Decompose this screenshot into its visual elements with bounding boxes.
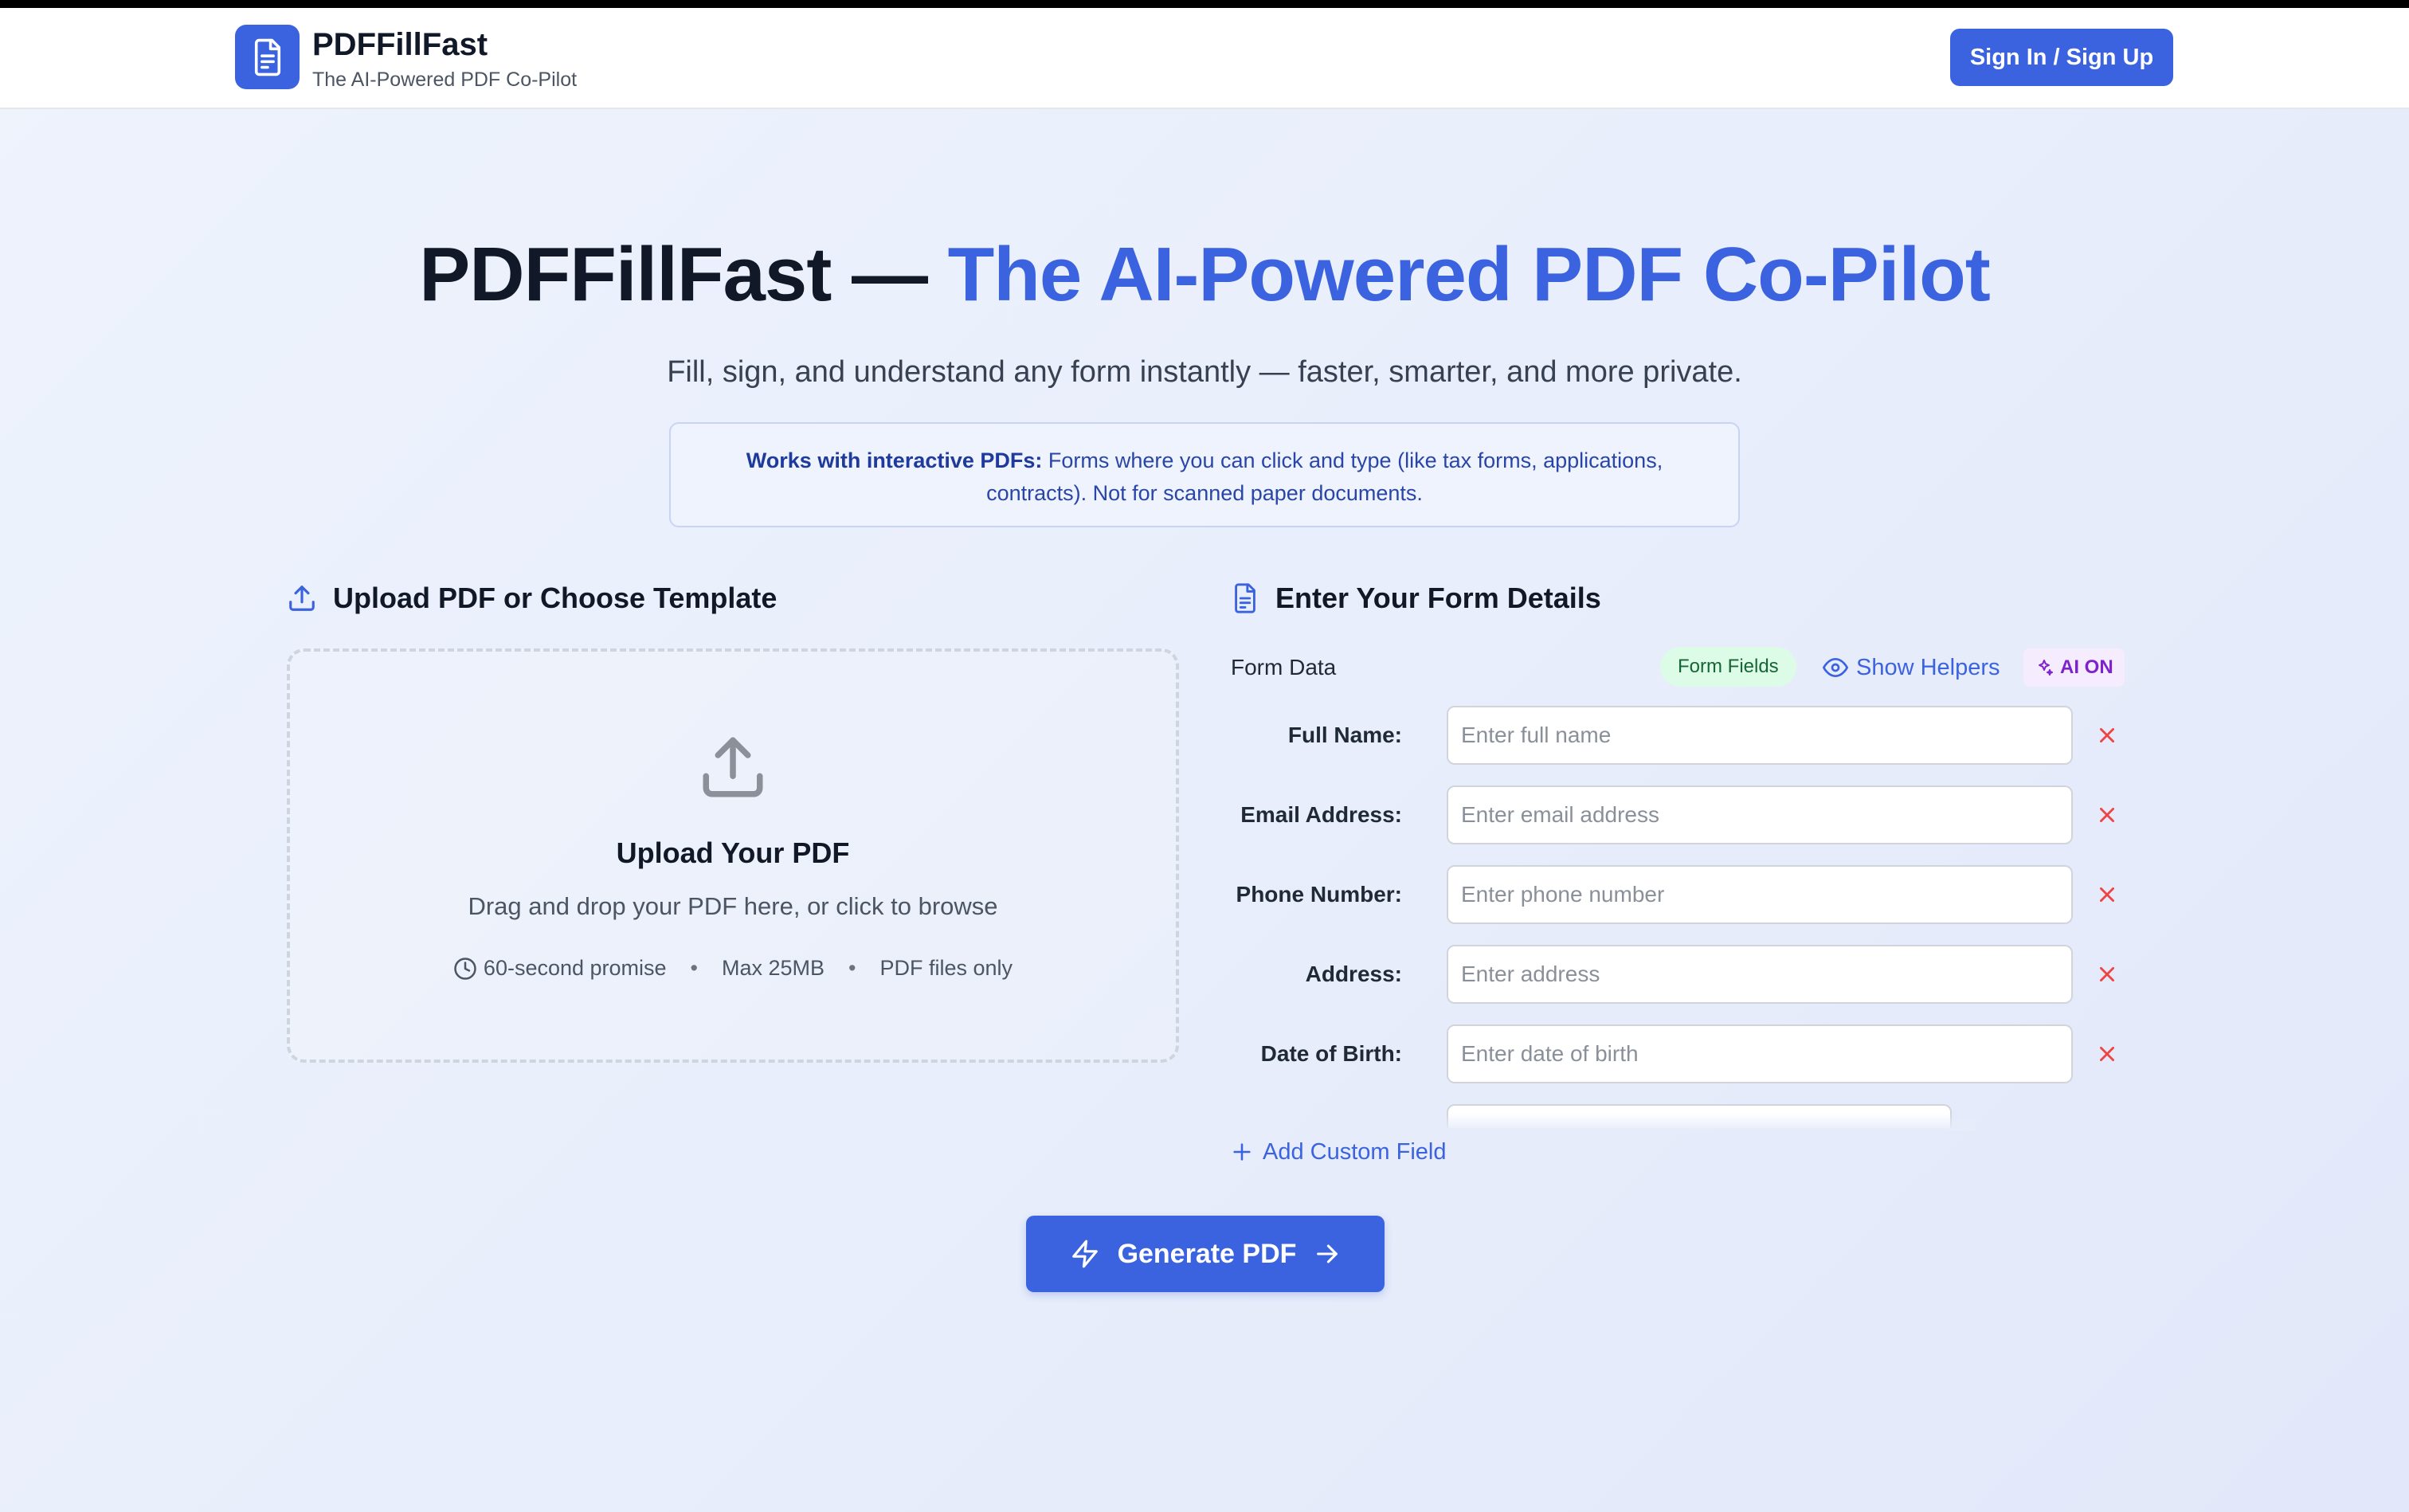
upload-meta-promise: 60-second promise xyxy=(483,956,667,980)
close-icon xyxy=(2100,887,2114,902)
upload-icon xyxy=(289,586,315,611)
logo[interactable] xyxy=(235,25,300,89)
close-icon xyxy=(2100,728,2114,742)
full-name-input[interactable] xyxy=(1447,706,2073,765)
upload-section-heading: Upload PDF or Choose Template xyxy=(287,582,777,615)
upload-section-title: Upload PDF or Choose Template xyxy=(333,582,778,614)
add-custom-field-label: Add Custom Field xyxy=(1263,1138,1447,1165)
address-input[interactable] xyxy=(1447,945,2073,1004)
document-icon xyxy=(254,38,280,76)
form-data-label: Form Data xyxy=(1231,655,1337,680)
remove-field-button[interactable] xyxy=(2089,717,2125,754)
field-row-address: Address: xyxy=(1231,945,2123,1004)
sparkles-icon xyxy=(2039,660,2053,676)
field-row-dob: Date of Birth: xyxy=(1231,1024,2123,1083)
upload-meta-type: PDF files only xyxy=(879,956,1013,980)
scroll-fade xyxy=(1434,1114,1976,1131)
form-section-heading: Enter Your Form Details xyxy=(1231,582,1601,615)
add-custom-field-button[interactable]: Add Custom Field xyxy=(1231,1133,1447,1171)
page-title-prefix: PDFFillFast — xyxy=(419,232,948,317)
close-icon xyxy=(2100,808,2114,822)
field-row-email: Email Address: xyxy=(1231,785,2123,844)
site-header: PDFFillFast The AI-Powered PDF Co-Pilot … xyxy=(0,8,2409,109)
eye-icon xyxy=(1823,658,1848,677)
notice-bold: Works with interactive PDFs: xyxy=(746,449,1043,472)
field-label: Full Name: xyxy=(1287,723,1402,747)
upload-meta: 60-second promise • Max 25MB • PDF files… xyxy=(290,956,1176,981)
generate-pdf-label: Generate PDF xyxy=(1117,1238,1297,1269)
interactive-pdf-notice: Works with interactive PDFs: Forms where… xyxy=(669,422,1740,527)
upload-large-icon xyxy=(703,737,763,797)
field-row-full-name: Full Name: xyxy=(1231,706,2123,765)
email-input[interactable] xyxy=(1447,785,2073,844)
show-helpers-toggle[interactable]: Show Helpers xyxy=(1823,650,2000,685)
generate-pdf-button[interactable]: Generate PDF xyxy=(1026,1216,1385,1292)
brand-name[interactable]: PDFFillFast xyxy=(312,27,488,63)
page-title: PDFFillFast — The AI-Powered PDF Co-Pilo… xyxy=(0,231,2409,319)
brand-tagline: The AI-Powered PDF Co-Pilot xyxy=(312,69,578,91)
clock-icon xyxy=(453,957,477,981)
form-fields-badge[interactable]: Form Fields xyxy=(1660,647,1796,687)
pdf-dropzone[interactable]: Upload Your PDF Drag and drop your PDF h… xyxy=(287,648,1179,1063)
page-subtitle: Fill, sign, and understand any form inst… xyxy=(667,355,1742,389)
remove-field-button[interactable] xyxy=(2089,1036,2125,1072)
field-row-phone: Phone Number: xyxy=(1231,865,2123,924)
show-helpers-label: Show Helpers xyxy=(1856,654,2000,680)
notice-text: Forms where you can click and type (like… xyxy=(986,449,1663,505)
ai-toggle[interactable]: AI ON xyxy=(2023,648,2125,687)
field-label: Address: xyxy=(1305,962,1402,986)
upload-description: Drag and drop your PDF here, or click to… xyxy=(468,892,998,920)
meta-separator: • xyxy=(690,956,698,980)
form-section-title: Enter Your Form Details xyxy=(1275,582,1601,614)
upload-meta-size: Max 25MB xyxy=(722,956,825,980)
document-outline-icon xyxy=(1235,583,1255,613)
ai-label: AI ON xyxy=(2060,656,2113,678)
phone-input[interactable] xyxy=(1447,865,2073,924)
field-label: Phone Number: xyxy=(1236,882,1402,907)
remove-field-button[interactable] xyxy=(2089,876,2125,913)
remove-field-button[interactable] xyxy=(2089,956,2125,993)
window-top-strip xyxy=(0,0,2409,8)
field-label: Email Address: xyxy=(1240,802,1402,827)
upload-title: Upload Your PDF xyxy=(616,836,850,869)
date-of-birth-input[interactable] xyxy=(1447,1024,2073,1083)
close-icon xyxy=(2100,1047,2114,1061)
remove-field-button[interactable] xyxy=(2089,797,2125,833)
page-title-accent: The AI-Powered PDF Co-Pilot xyxy=(947,232,1991,317)
meta-separator: • xyxy=(848,956,856,980)
field-label: Date of Birth: xyxy=(1260,1041,1402,1066)
plus-icon xyxy=(1233,1143,1251,1161)
arrow-right-icon xyxy=(1317,1244,1338,1263)
sign-in-button[interactable]: Sign In / Sign Up xyxy=(1950,29,2173,86)
close-icon xyxy=(2100,967,2114,981)
lightning-icon xyxy=(1071,1240,1098,1268)
